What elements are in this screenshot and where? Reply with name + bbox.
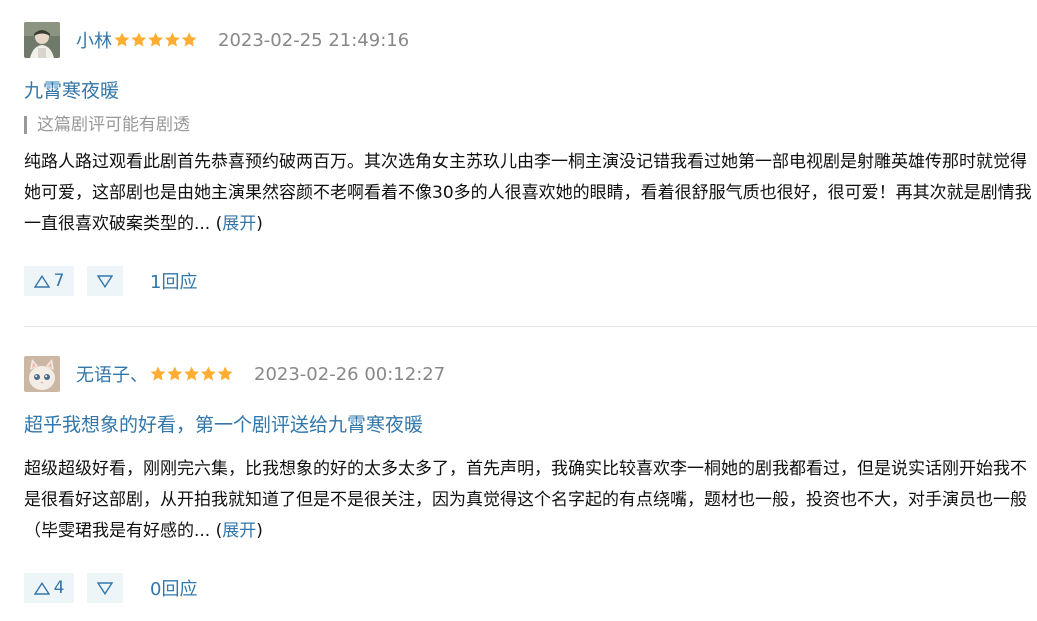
- review-timestamp: 2023-02-26 00:12:27: [254, 363, 446, 385]
- triangle-down-outline-icon: [97, 581, 113, 595]
- review-text: 纯路人路过观看此剧首先恭喜预约破两百万。其次选角女主苏玖儿由李一桐主演没记错我看…: [24, 152, 1032, 234]
- upvote-button[interactable]: 7: [24, 266, 74, 296]
- expand-link[interactable]: 展开: [222, 214, 256, 234]
- replies-link[interactable]: 0回应: [150, 575, 197, 601]
- review-title[interactable]: 超乎我想象的好看，第一个剧评送给九霄寒夜暖: [24, 410, 423, 437]
- user-avatar[interactable]: [24, 22, 60, 58]
- rating-stars: [114, 32, 198, 48]
- spoiler-warning: 这篇剧评可能有剧透: [24, 116, 190, 134]
- review-actions: 4 0回应: [24, 573, 197, 603]
- triangle-up-outline-icon: [33, 581, 50, 595]
- review-title[interactable]: 九霄寒夜暖: [24, 76, 119, 103]
- replies-link[interactable]: 1回应: [150, 268, 197, 294]
- review-divider: [24, 326, 1037, 327]
- review-card: 无语子、 2023-02-26 00:12:27 超乎我想象的好看，第一个剧评送…: [24, 356, 1037, 603]
- star-icon: [150, 366, 233, 381]
- review-card: 小林 2023-02-25 21:49:16 九霄寒夜暖 这篇剧评可能有剧透 纯…: [24, 22, 1037, 296]
- username[interactable]: 小林: [76, 27, 112, 53]
- expand-paren-close: ): [256, 521, 263, 541]
- expand-link[interactable]: 展开: [222, 521, 256, 541]
- review-body: 超级超级好看，刚刚完六集，比我想象的好的太多太多了，首先声明，我确实比较喜欢李一…: [24, 454, 1034, 547]
- user-avatar[interactable]: [24, 356, 60, 392]
- review-body: 纯路人路过观看此剧首先恭喜预约破两百万。其次选角女主苏玖儿由李一桐主演没记错我看…: [24, 147, 1034, 240]
- star-icon: [114, 32, 197, 47]
- triangle-down-outline-icon: [97, 274, 113, 288]
- username[interactable]: 无语子、: [76, 361, 148, 387]
- expand-paren-close: ): [256, 214, 263, 234]
- upvote-button[interactable]: 4: [24, 573, 74, 603]
- review-header: 无语子、 2023-02-26 00:12:27: [24, 356, 1037, 392]
- review-timestamp: 2023-02-25 21:49:16: [218, 29, 410, 51]
- avatar-photo-icon: [24, 22, 60, 58]
- review-header: 小林 2023-02-25 21:49:16: [24, 22, 1037, 58]
- review-actions: 7 1回应: [24, 266, 197, 296]
- upvote-count: 7: [53, 271, 65, 291]
- downvote-button[interactable]: [87, 266, 123, 296]
- avatar-cat-icon: [24, 356, 60, 392]
- triangle-up-outline-icon: [33, 274, 50, 288]
- review-text: 超级超级好看，刚刚完六集，比我想象的好的太多太多了，首先声明，我确实比较喜欢李一…: [24, 459, 1027, 541]
- upvote-count: 4: [53, 578, 65, 598]
- rating-stars: [150, 366, 234, 382]
- downvote-button[interactable]: [87, 573, 123, 603]
